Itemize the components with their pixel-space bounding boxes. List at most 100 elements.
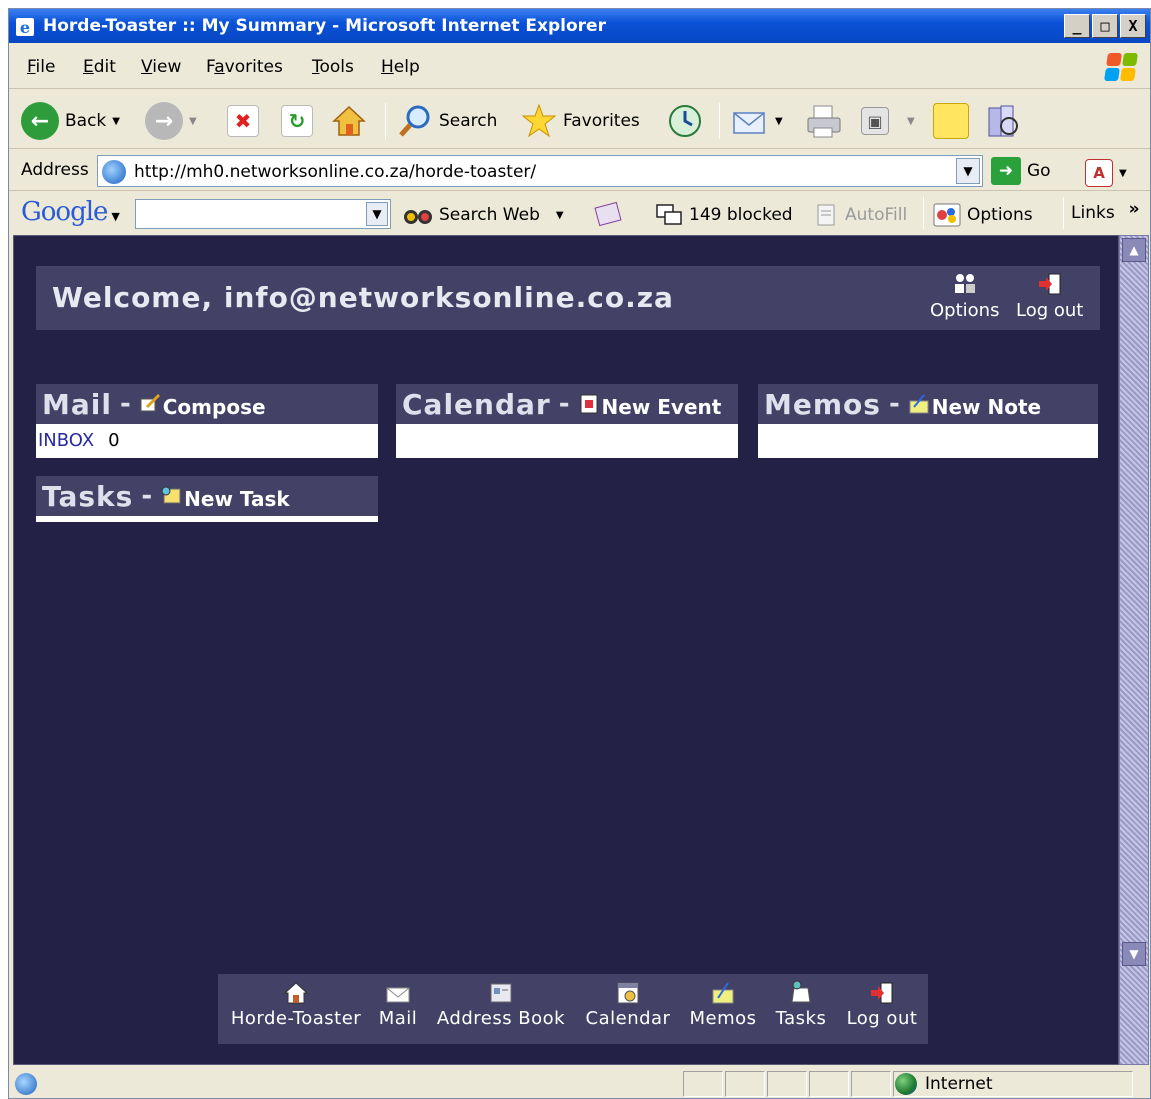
google-options-button[interactable]: Options <box>933 203 1033 227</box>
new-task-icon <box>161 486 181 504</box>
autofill-button[interactable]: AutoFill <box>815 203 907 227</box>
tasks-panel-title[interactable]: Tasks <box>42 480 133 513</box>
google-logo[interactable]: Google ▼ <box>21 197 120 227</box>
favorites-button[interactable]: Favorites <box>521 101 640 141</box>
google-search-dropdown-icon[interactable]: ▼ <box>366 202 388 226</box>
menu-file[interactable]: File <box>27 57 55 77</box>
nav-calendar[interactable]: Calendar <box>582 980 674 1029</box>
tasks-panel: Tasks - New Task <box>36 476 378 522</box>
history-icon <box>669 105 701 137</box>
inbox-count: 0 <box>108 429 120 451</box>
home-button[interactable] <box>331 101 367 141</box>
search-button[interactable]: Search <box>397 101 497 141</box>
vertical-scrollbar[interactable]: ▲ ▼ <box>1119 235 1149 1065</box>
nav-mail[interactable]: Mail <box>376 980 420 1029</box>
mail-panel-title[interactable]: Mail <box>42 388 112 421</box>
maximize-button[interactable]: □ <box>1092 14 1118 38</box>
nav-memos[interactable]: Memos <box>688 980 758 1029</box>
home-icon <box>332 105 366 136</box>
browser-window: e Horde-Toaster :: My Summary - Microsof… <box>8 8 1151 1099</box>
calendar-icon <box>617 982 639 1004</box>
nav-logout[interactable]: Log out <box>842 980 922 1029</box>
menu-tools[interactable]: Tools <box>312 57 354 77</box>
page-icon <box>102 160 126 184</box>
calendar-panel: Calendar - New Event <box>396 384 738 458</box>
address-label: Address <box>21 160 89 180</box>
scroll-up-icon[interactable]: ▲ <box>1122 238 1146 262</box>
memos-panel-body <box>758 424 1098 456</box>
refresh-button[interactable]: ↻ <box>281 101 313 141</box>
address-url[interactable]: http://mh0.networksonline.co.za/horde-to… <box>134 162 536 182</box>
mail-icon <box>733 112 765 134</box>
edit-button[interactable]: ▣ ▼ <box>861 101 915 141</box>
logout-icon <box>871 982 893 1004</box>
envelope-icon <box>386 987 410 1003</box>
popup-blocker[interactable]: 149 blocked <box>655 203 793 227</box>
compose-link[interactable]: Compose <box>163 395 266 419</box>
memo-icon <box>712 982 734 1004</box>
favorites-label: Favorites <box>563 111 640 131</box>
memos-panel-title[interactable]: Memos <box>764 388 881 421</box>
new-task-link[interactable]: New Task <box>184 487 290 511</box>
google-search-input[interactable]: ▼ <box>135 199 391 229</box>
forward-dropdown-icon[interactable]: ▼ <box>189 116 197 127</box>
go-button[interactable]: ➜ Go <box>991 157 1051 185</box>
svg-text:e: e <box>20 18 30 37</box>
pdf-button[interactable]: A ▼ <box>1085 153 1127 193</box>
home-icon <box>283 982 309 1004</box>
calendar-panel-title[interactable]: Calendar <box>402 388 551 421</box>
new-event-icon <box>580 394 598 414</box>
ie-icon: e <box>16 18 34 37</box>
menu-edit[interactable]: Edit <box>83 57 116 77</box>
inbox-link[interactable]: INBOX <box>38 430 94 451</box>
mail-dropdown-icon[interactable]: ▼ <box>775 116 783 127</box>
menu-help[interactable]: Help <box>381 57 420 77</box>
calendar-panel-header: Calendar - New Event <box>396 384 738 424</box>
search-web-dropdown-icon[interactable]: ▼ <box>556 210 564 221</box>
welcome-text: Welcome, info@networksonline.co.za <box>52 281 674 314</box>
windows-flag-icon <box>1104 53 1138 81</box>
nav-tasks[interactable]: Tasks <box>770 980 832 1029</box>
new-event-link[interactable]: New Event <box>602 395 722 419</box>
menu-bar: File Edit View Favorites Tools Help <box>9 45 1150 89</box>
memos-panel: Memos - New Note <box>758 384 1098 458</box>
mail-button[interactable]: ▼ <box>731 101 783 141</box>
links-button[interactable]: Links » <box>1071 199 1140 223</box>
minimize-button[interactable]: _ <box>1064 14 1090 38</box>
menu-favorites[interactable]: Favorites <box>206 57 283 77</box>
scroll-down-icon[interactable]: ▼ <box>1122 942 1146 966</box>
mail-panel-body: INBOX 0 <box>36 424 378 456</box>
window-title: Horde-Toaster :: My Summary - Microsoft … <box>43 16 606 36</box>
edit-page-icon: ▣ <box>861 107 889 135</box>
back-button[interactable]: ← Back ▼ <box>21 101 120 141</box>
address-input[interactable]: http://mh0.networksonline.co.za/horde-to… <box>97 155 983 187</box>
back-label: Back <box>65 111 107 131</box>
research-button[interactable] <box>985 101 1023 141</box>
nav-address-book[interactable]: Address Book <box>432 980 570 1029</box>
back-dropdown-icon[interactable]: ▼ <box>112 116 120 127</box>
chevron-right-icon[interactable]: » <box>1129 199 1140 219</box>
options-link[interactable]: Options <box>930 272 999 321</box>
logout-link[interactable]: Log out <box>1016 272 1083 321</box>
tasks-icon <box>791 980 811 1003</box>
address-dropdown-icon[interactable]: ▼ <box>956 158 980 184</box>
menu-view[interactable]: View <box>141 57 181 77</box>
forward-button[interactable]: → ▼ <box>145 101 197 141</box>
news-button[interactable] <box>593 199 623 227</box>
forward-arrow-icon: → <box>145 102 183 140</box>
nav-horde-toaster[interactable]: Horde-Toaster <box>222 980 370 1029</box>
stop-button[interactable]: ✖ <box>227 101 259 141</box>
edit-dropdown-icon[interactable]: ▼ <box>907 116 915 127</box>
pdf-dropdown-icon[interactable]: ▼ <box>1119 168 1127 179</box>
search-web-button[interactable]: Search Web ▼ <box>403 203 564 227</box>
go-label: Go <box>1027 161 1051 181</box>
tasks-panel-header: Tasks - New Task <box>36 476 378 516</box>
printer-icon <box>807 105 841 138</box>
notes-button[interactable] <box>933 101 969 141</box>
new-note-link[interactable]: New Note <box>932 395 1041 419</box>
close-button[interactable]: X <box>1120 14 1146 38</box>
calendar-panel-body <box>396 424 738 456</box>
history-button[interactable] <box>667 101 703 141</box>
print-button[interactable] <box>805 101 843 141</box>
google-dropdown-icon[interactable]: ▼ <box>111 210 120 223</box>
